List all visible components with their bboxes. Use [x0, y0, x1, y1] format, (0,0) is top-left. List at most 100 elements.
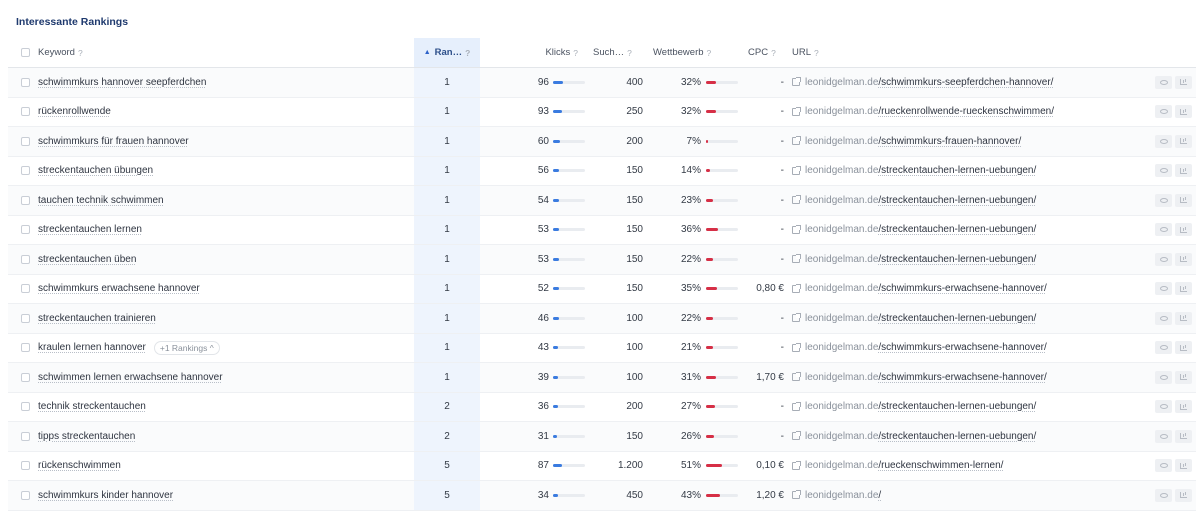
view-button[interactable]	[1155, 193, 1172, 207]
url-path[interactable]: /schwimmkurs-erwachsene-hannover/	[878, 283, 1046, 294]
row-checkbox[interactable]	[20, 225, 30, 235]
view-button[interactable]	[1155, 282, 1172, 296]
url-path[interactable]: /streckentauchen-lernen-uebungen/	[878, 254, 1036, 265]
table-row[interactable]: rückenschwimmen 5 87 1.200 51% 0,10 € le…	[8, 451, 1196, 481]
view-button[interactable]	[1155, 75, 1172, 89]
url-path[interactable]: /streckentauchen-lernen-uebungen/	[878, 165, 1036, 176]
url-domain[interactable]: leonidgelman.de	[805, 342, 878, 353]
url-cell[interactable]: leonidgelman.de/streckentauchen-lernen-u…	[792, 216, 1152, 245]
external-link-icon[interactable]	[792, 431, 801, 441]
row-checkbox[interactable]	[20, 195, 30, 205]
table-row[interactable]: streckentauchen trainieren 1 46 100 22% …	[8, 304, 1196, 334]
table-row[interactable]: rückenrollwende 1 93 250 32% - leonidgel…	[8, 97, 1196, 127]
help-icon[interactable]: ?	[771, 48, 776, 58]
row-checkbox[interactable]	[20, 284, 30, 294]
keyword-link[interactable]: schwimmkurs hannover seepferdchen	[38, 77, 206, 88]
view-button[interactable]	[1155, 488, 1172, 502]
view-button[interactable]	[1155, 400, 1172, 414]
external-link-icon[interactable]	[792, 372, 801, 382]
header-competition[interactable]: Wettbewerb ?	[653, 38, 733, 67]
stats-button[interactable]	[1175, 370, 1192, 384]
url-path[interactable]: /schwimmkurs-erwachsene-hannover/	[878, 342, 1046, 353]
url-path[interactable]: /schwimmkurs-seepferdchen-hannover/	[878, 77, 1053, 88]
header-url[interactable]: URL ?	[792, 38, 1152, 67]
row-checkbox[interactable]	[20, 107, 30, 117]
table-row[interactable]: streckentauchen lernen 1 53 150 36% - le…	[8, 215, 1196, 245]
more-rankings-badge[interactable]: +1 Rankings ^	[153, 340, 220, 355]
url-path[interactable]: /streckentauchen-lernen-uebungen/	[878, 401, 1036, 412]
help-icon[interactable]: ?	[707, 48, 712, 58]
external-link-icon[interactable]	[792, 136, 801, 146]
keyword-link[interactable]: schwimmkurs erwachsene hannover	[38, 283, 200, 294]
stats-button[interactable]	[1175, 105, 1192, 119]
external-link-icon[interactable]	[792, 460, 801, 470]
keyword-link[interactable]: schwimmkurs kinder hannover	[38, 490, 173, 501]
stats-button[interactable]	[1175, 311, 1192, 325]
keyword-link[interactable]: streckentauchen üben	[38, 254, 136, 265]
url-domain[interactable]: leonidgelman.de	[805, 195, 878, 206]
url-path[interactable]: /rueckenschwimmen-lernen/	[878, 460, 1003, 471]
url-path[interactable]: /schwimmkurs-erwachsene-hannover/	[878, 372, 1046, 383]
url-domain[interactable]: leonidgelman.de	[805, 372, 878, 383]
url-domain[interactable]: leonidgelman.de	[805, 460, 878, 471]
url-cell[interactable]: leonidgelman.de/schwimmkurs-frauen-hanno…	[792, 127, 1152, 156]
external-link-icon[interactable]	[792, 342, 801, 352]
external-link-icon[interactable]	[792, 165, 801, 175]
row-checkbox[interactable]	[20, 372, 30, 382]
select-all-checkbox[interactable]	[20, 48, 30, 57]
table-row[interactable]: schwimmkurs für frauen hannover 1 60 200…	[8, 127, 1196, 157]
table-row[interactable]: schwimmkurs kinder hannover 5 34 450 43%…	[8, 481, 1196, 511]
url-cell[interactable]: leonidgelman.de/streckentauchen-lernen-u…	[792, 422, 1152, 451]
keyword-link[interactable]: tipps streckentauchen	[38, 431, 135, 442]
url-cell[interactable]: leonidgelman.de/schwimmkurs-erwachsene-h…	[792, 275, 1152, 304]
url-domain[interactable]: leonidgelman.de	[805, 431, 878, 442]
view-button[interactable]	[1155, 134, 1172, 148]
stats-button[interactable]	[1175, 429, 1192, 443]
url-path[interactable]: /streckentauchen-lernen-uebungen/	[878, 313, 1036, 324]
stats-button[interactable]	[1175, 193, 1192, 207]
help-icon[interactable]: ?	[465, 48, 470, 58]
header-cpc[interactable]: CPC ?	[748, 38, 788, 67]
external-link-icon[interactable]	[792, 401, 801, 411]
external-link-icon[interactable]	[792, 254, 801, 264]
url-domain[interactable]: leonidgelman.de	[805, 401, 878, 412]
keyword-link[interactable]: streckentauchen lernen	[38, 224, 142, 235]
row-checkbox[interactable]	[20, 313, 30, 323]
keyword-link[interactable]: rückenschwimmen	[38, 460, 121, 471]
row-checkbox[interactable]	[20, 402, 30, 412]
external-link-icon[interactable]	[792, 490, 801, 500]
url-domain[interactable]: leonidgelman.de	[805, 165, 878, 176]
table-row[interactable]: tipps streckentauchen 2 31 150 26% - leo…	[8, 422, 1196, 452]
external-link-icon[interactable]	[792, 106, 801, 116]
keyword-link[interactable]: technik streckentauchen	[38, 401, 146, 412]
row-checkbox[interactable]	[20, 254, 30, 264]
keyword-link[interactable]: rückenrollwende	[38, 106, 111, 117]
row-checkbox[interactable]	[20, 490, 30, 500]
keyword-link[interactable]: schwimmkurs für frauen hannover	[38, 136, 189, 147]
help-icon[interactable]: ?	[78, 48, 83, 58]
url-cell[interactable]: leonidgelman.de/rueckenrollwende-ruecken…	[792, 98, 1152, 127]
stats-button[interactable]	[1175, 341, 1192, 355]
table-row[interactable]: technik streckentauchen 2 36 200 27% - l…	[8, 392, 1196, 422]
url-cell[interactable]: leonidgelman.de/streckentauchen-lernen-u…	[792, 186, 1152, 215]
url-domain[interactable]: leonidgelman.de	[805, 283, 878, 294]
url-path[interactable]: /	[878, 490, 881, 501]
header-keyword[interactable]: Keyword ?	[38, 38, 418, 67]
url-path[interactable]: /streckentauchen-lernen-uebungen/	[878, 224, 1036, 235]
url-cell[interactable]: leonidgelman.de/schwimmkurs-erwachsene-h…	[792, 363, 1152, 392]
url-cell[interactable]: leonidgelman.de/schwimmkurs-seepferdchen…	[792, 68, 1152, 97]
keyword-link[interactable]: schwimmen lernen erwachsene hannover	[38, 372, 223, 383]
view-button[interactable]	[1155, 311, 1172, 325]
stats-button[interactable]	[1175, 400, 1192, 414]
view-button[interactable]	[1155, 459, 1172, 473]
keyword-link[interactable]: kraulen lernen hannover	[38, 342, 146, 353]
stats-button[interactable]	[1175, 75, 1192, 89]
view-button[interactable]	[1155, 223, 1172, 237]
url-path[interactable]: /rueckenrollwende-rueckenschwimmen/	[878, 106, 1054, 117]
url-path[interactable]: /schwimmkurs-frauen-hannover/	[878, 136, 1021, 147]
row-checkbox[interactable]	[20, 461, 30, 471]
help-icon[interactable]: ?	[573, 48, 578, 58]
external-link-icon[interactable]	[792, 195, 801, 205]
url-domain[interactable]: leonidgelman.de	[805, 254, 878, 265]
url-domain[interactable]: leonidgelman.de	[805, 490, 878, 501]
